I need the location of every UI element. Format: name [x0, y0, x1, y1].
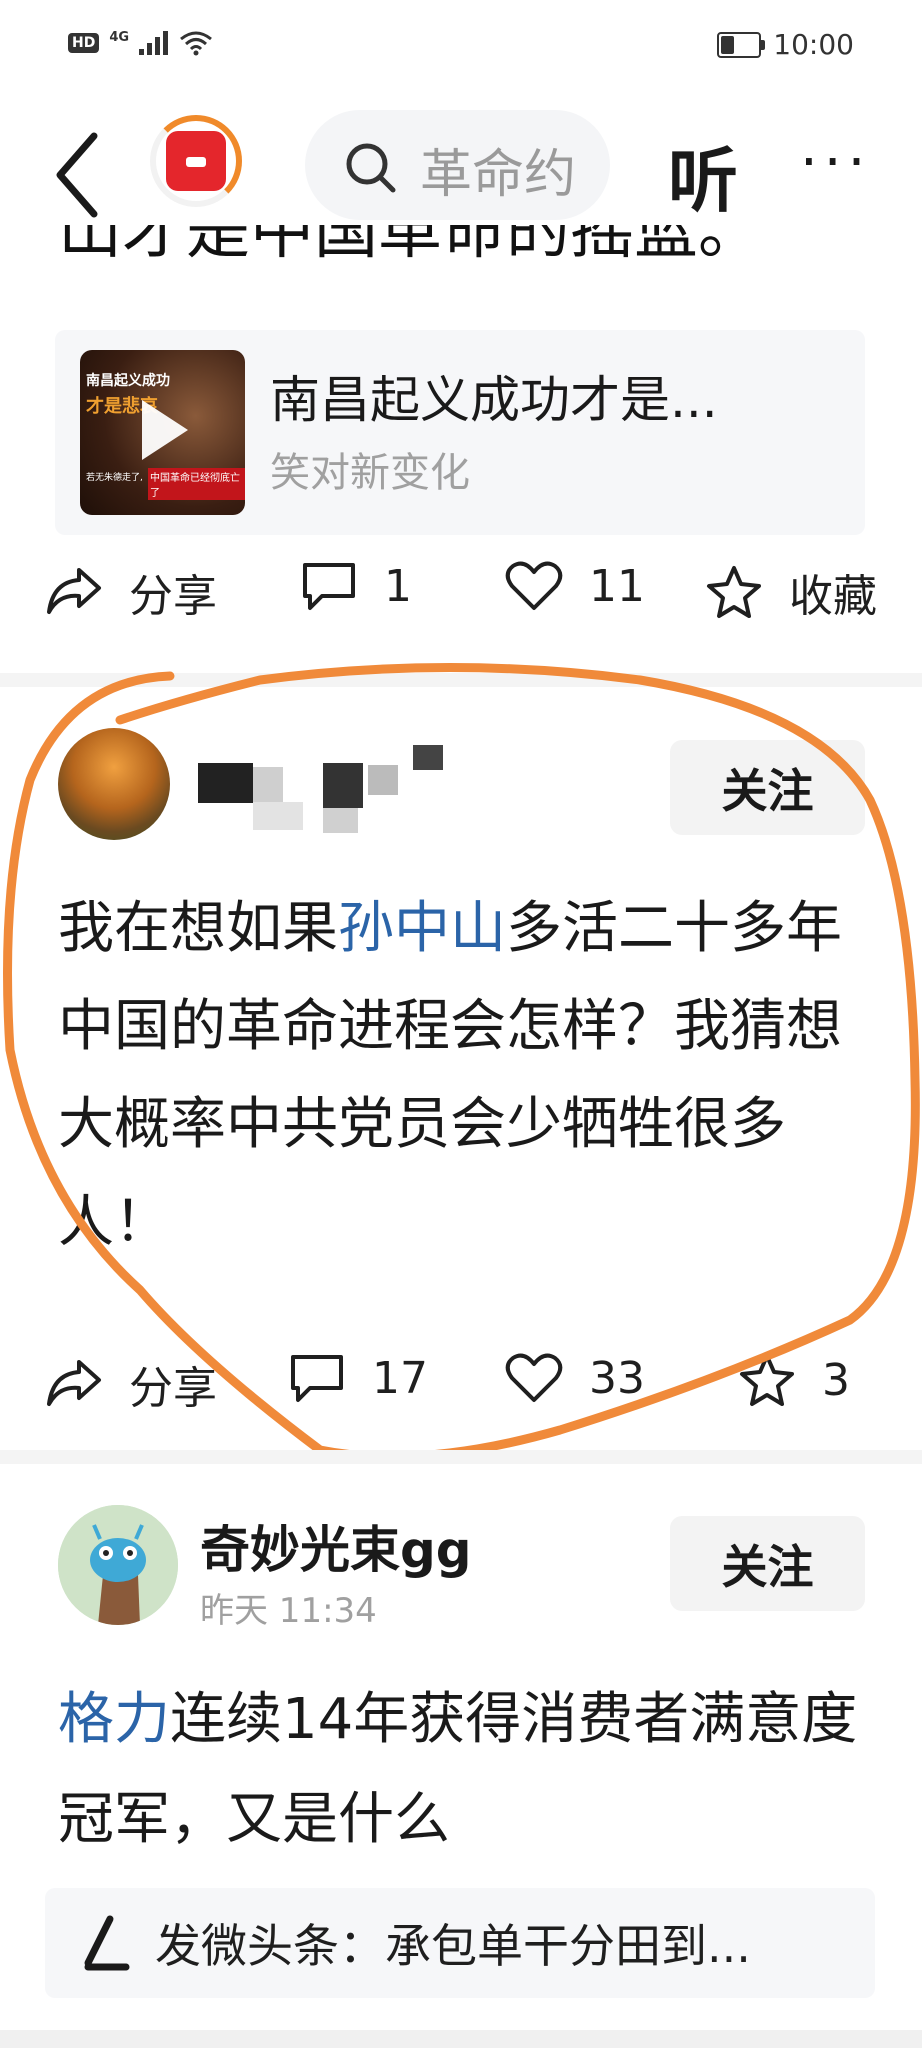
follow-button[interactable]: 关注	[670, 1516, 865, 1611]
search-icon	[346, 143, 396, 193]
share-label: 分享	[129, 571, 217, 622]
heart-icon	[505, 561, 563, 610]
clock: 10:00	[773, 28, 854, 61]
status-bar: HD 4G 10:00	[0, 0, 922, 92]
status-right: 10:00	[717, 28, 854, 61]
status-left: HD 4G	[68, 30, 213, 56]
thumb-line1: 南昌起义成功	[86, 373, 170, 389]
video-title[interactable]: 南昌起义成功才是...	[270, 360, 718, 432]
follow-button[interactable]: 关注	[670, 740, 865, 835]
more-options-button[interactable]: ···	[800, 130, 871, 195]
like-button[interactable]: 11	[505, 560, 645, 612]
username-blurred[interactable]	[198, 745, 458, 840]
post-text: 连续14年获得消费者满意度冠军，又是什么	[58, 1687, 858, 1852]
video-thumbnail[interactable]: 南昌起义成功 才是悲哀 若无朱德走了, 中国革命已经彻底亡了	[80, 350, 245, 515]
comment-icon	[291, 1355, 343, 1402]
avatar[interactable]	[58, 728, 170, 840]
monster-avatar-icon	[58, 1505, 178, 1625]
favorite-button[interactable]: 收藏	[705, 560, 877, 624]
video-card[interactable]: 南昌起义成功 才是悲哀 若无朱德走了, 中国革命已经彻底亡了 南昌起义成功才是.…	[55, 330, 865, 535]
like-count: 11	[589, 560, 645, 612]
wifi-icon	[180, 31, 212, 56]
favorite-button[interactable]: 3	[738, 1352, 850, 1408]
comment-icon	[303, 563, 355, 610]
favorite-count: 3	[822, 1354, 850, 1406]
post-link-geli[interactable]: 格力	[58, 1687, 170, 1752]
action-bar: 分享 1 11 收藏	[0, 560, 922, 640]
post-text-part1: 我在想如果	[58, 896, 338, 961]
post-time: 昨天 11:34	[200, 1591, 377, 1631]
listen-button[interactable]: 听	[668, 125, 738, 226]
star-icon	[740, 1354, 794, 1406]
thumb-line3: 若无朱德走了,	[86, 473, 143, 483]
network-type: 4G	[109, 29, 130, 45]
hd-badge: HD	[68, 33, 100, 53]
post-body[interactable]: 格力连续14年获得消费者满意度冠军，又是什么	[58, 1670, 858, 1870]
post-body[interactable]: 我在想如果孙中山多活二十多年中国的革命进程会怎样？我猜想大概率中共党员会少牺牲很…	[58, 880, 858, 1272]
battery-fill	[721, 35, 735, 54]
share-button[interactable]: 分享	[45, 1352, 217, 1416]
divider	[0, 673, 922, 687]
comment-count: 1	[384, 560, 412, 612]
search-query[interactable]: 革命约	[420, 132, 576, 207]
author-name[interactable]: 奇妙光束gg	[200, 1510, 472, 1582]
video-author: 笑对新变化	[270, 450, 470, 496]
bottom-bar	[0, 2030, 922, 2048]
post-link-sunzhongshan[interactable]: 孙中山	[338, 896, 506, 961]
heart-icon	[505, 1353, 563, 1402]
comment-count: 17	[372, 1352, 428, 1404]
quoted-post-text: 发微头条：承包单干分田到...	[155, 1919, 751, 1973]
comment-button[interactable]: 1	[300, 560, 412, 612]
like-count: 33	[589, 1352, 645, 1404]
share-label: 分享	[129, 1363, 217, 1414]
share-icon	[47, 568, 101, 614]
avatar[interactable]	[58, 1505, 178, 1625]
back-arrow-icon[interactable]	[52, 130, 102, 220]
app-logo-icon[interactable]	[150, 115, 242, 207]
pen-icon	[84, 1915, 130, 1971]
like-button[interactable]: 33	[505, 1352, 645, 1404]
signal-icon	[139, 31, 169, 55]
share-icon	[47, 1360, 101, 1406]
star-icon	[707, 566, 761, 618]
favorite-label: 收藏	[789, 571, 877, 622]
previous-post-text-line: 山才是中国革命的摇篮。	[58, 225, 762, 268]
action-bar: 分享 17 33 3	[0, 1352, 922, 1432]
quoted-post-card[interactable]: 发微头条：承包单干分田到...	[45, 1888, 875, 1998]
previous-post-text: 山才是中国革命的摇篮。	[58, 225, 762, 271]
divider	[0, 1450, 922, 1464]
share-button[interactable]: 分享	[45, 560, 217, 624]
thumb-line4: 中国革命已经彻底亡了	[148, 468, 245, 500]
play-icon[interactable]	[142, 400, 188, 460]
comment-button[interactable]: 17	[288, 1352, 428, 1404]
search-bar[interactable]: 革命约	[305, 110, 610, 220]
battery-icon	[717, 31, 766, 58]
